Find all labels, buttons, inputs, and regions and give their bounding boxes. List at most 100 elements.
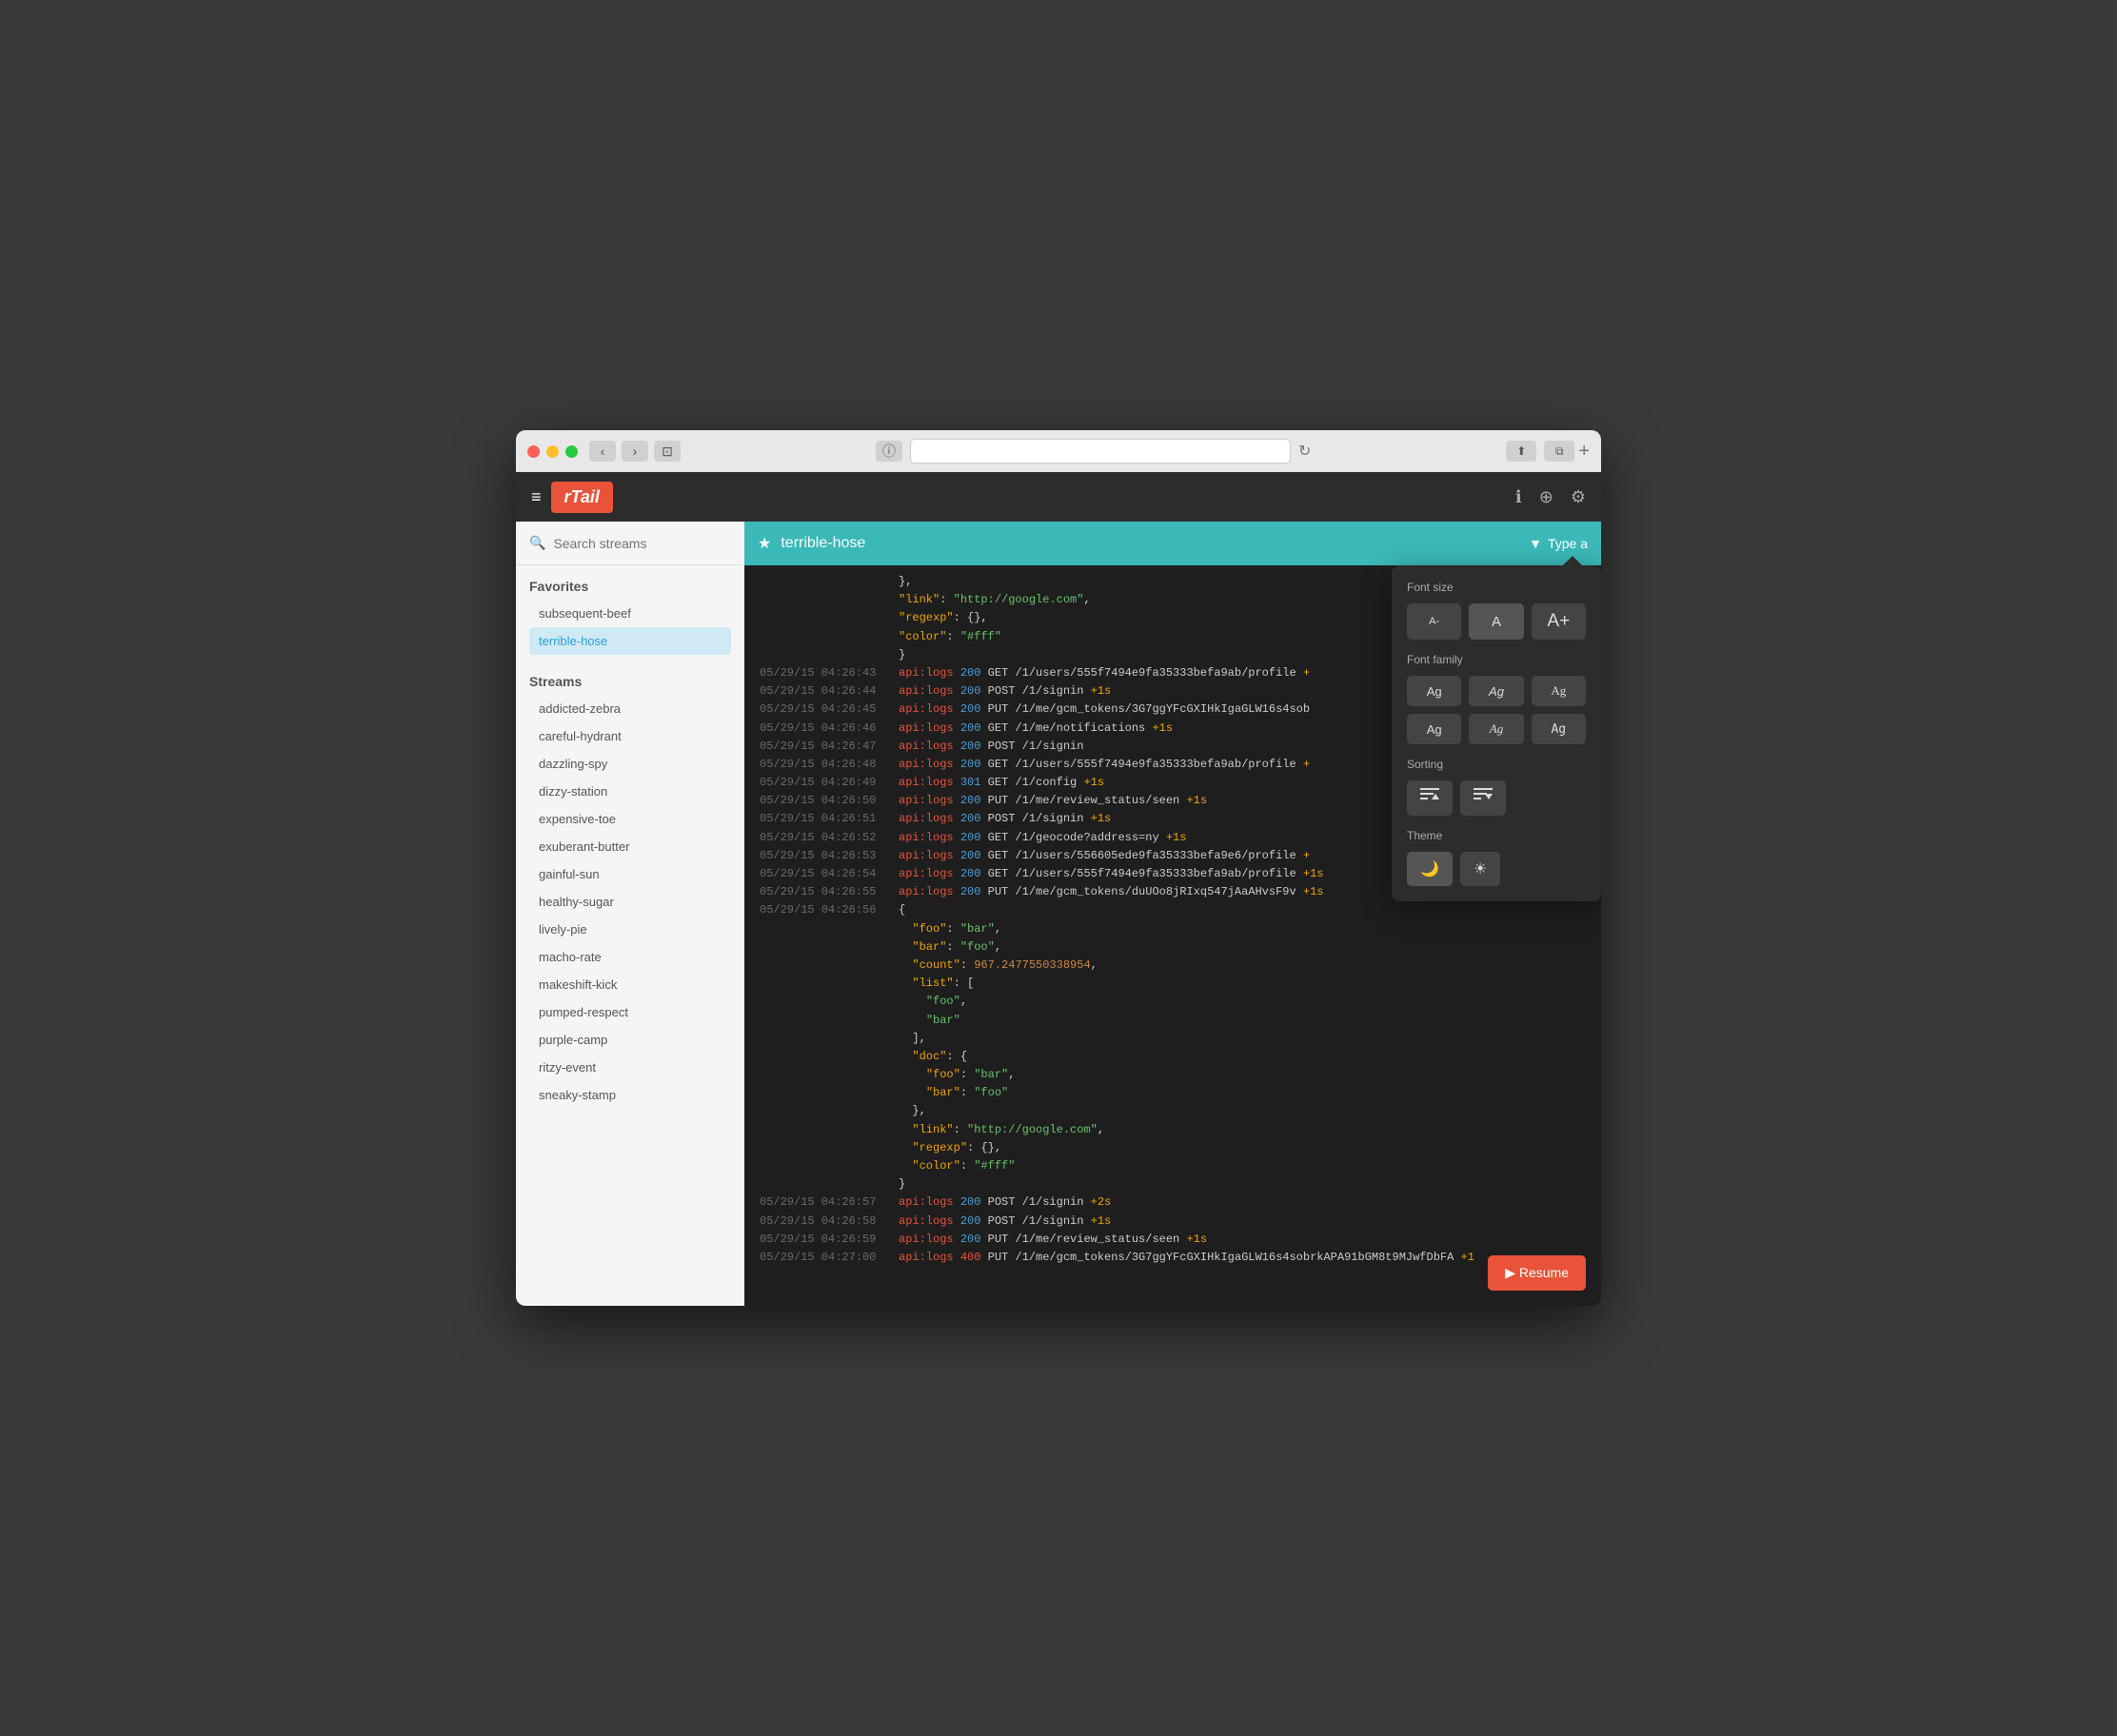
log-timestamp	[760, 1102, 883, 1120]
font-size-large-button[interactable]: A+	[1532, 603, 1586, 640]
sidebar-item-lively-pie[interactable]: lively-pie	[529, 916, 731, 943]
log-timestamp: 05/29/15 04:26:53	[760, 847, 883, 865]
sidebar-item-pumped-respect[interactable]: pumped-respect	[529, 998, 731, 1026]
url-input[interactable]	[910, 439, 1291, 464]
sort-asc-button[interactable]	[1407, 780, 1453, 816]
log-body: "foo",	[899, 993, 1586, 1011]
log-line: "color": "#fff"	[760, 1157, 1586, 1175]
sidebar-item-label: expensive-toe	[539, 812, 616, 826]
theme-dark-button[interactable]: 🌙	[1407, 852, 1453, 886]
sidebar-item-healthy-sugar[interactable]: healthy-sugar	[529, 888, 731, 916]
sidebar-item-label: gainful-sun	[539, 867, 600, 881]
sidebar-item-dazzling-spy[interactable]: dazzling-spy	[529, 750, 731, 778]
sidebar-item-careful-hydrant[interactable]: careful-hydrant	[529, 722, 731, 750]
back-button[interactable]: ‹	[589, 441, 616, 462]
app: ≡ rTail ℹ ⊕ ⚙ 🔍 Favorites subsequent-bee…	[516, 472, 1601, 1306]
font-family-5-button[interactable]: Ag	[1469, 714, 1523, 744]
settings-button[interactable]: ⚙	[1571, 487, 1586, 507]
log-timestamp: 05/29/15 04:26:52	[760, 829, 883, 847]
fullscreen-button[interactable]: ⧉	[1544, 441, 1574, 462]
font-family-3-button[interactable]: Ag	[1532, 676, 1586, 706]
log-timestamp: 05/29/15 04:26:49	[760, 774, 883, 792]
sidebar-item-sneaky-stamp[interactable]: sneaky-stamp	[529, 1081, 731, 1109]
log-timestamp	[760, 1066, 883, 1084]
log-timestamp	[760, 1030, 883, 1048]
log-timestamp: 05/29/15 04:26:47	[760, 738, 883, 756]
log-timestamp: 05/29/15 04:26:50	[760, 792, 883, 810]
log-timestamp: 05/29/15 04:26:48	[760, 756, 883, 774]
log-body: "bar"	[899, 1012, 1586, 1030]
app-header: ≡ rTail ℹ ⊕ ⚙	[516, 472, 1601, 522]
log-line: "list": [	[760, 975, 1586, 993]
log-timestamp: 05/29/15 04:26:59	[760, 1231, 883, 1249]
favorite-star-icon[interactable]: ★	[758, 534, 771, 553]
settings-popover: Font size A- A A+ Font family Ag Ag Ag A…	[1392, 565, 1601, 901]
sidebar-item-addicted-zebra[interactable]: addicted-zebra	[529, 695, 731, 722]
font-family-2-button[interactable]: Ag	[1469, 676, 1523, 706]
font-family-4-button[interactable]: Ag	[1407, 714, 1461, 744]
sidebar-item-exuberant-butter[interactable]: exuberant-butter	[529, 833, 731, 860]
sidebar-item-macho-rate[interactable]: macho-rate	[529, 943, 731, 971]
log-body: "color": "#fff"	[899, 1157, 1586, 1175]
log-timestamp	[760, 1121, 883, 1139]
log-body: api:logs 200 PUT /1/me/review_status/see…	[899, 1231, 1586, 1249]
log-line: "count": 967.2477550338954,	[760, 957, 1586, 975]
log-body: }	[899, 1175, 1586, 1194]
nav-buttons: ‹ › ⊡	[589, 441, 681, 462]
log-timestamp	[760, 938, 883, 957]
log-timestamp	[760, 591, 883, 609]
share-button[interactable]: ⬆	[1506, 441, 1536, 462]
minimize-button[interactable]	[546, 445, 559, 458]
globe-icon-button[interactable]: ⊕	[1539, 487, 1553, 507]
sidebar-item-subsequent-beef[interactable]: subsequent-beef	[529, 600, 731, 627]
log-timestamp: 05/29/15 04:26:44	[760, 682, 883, 700]
new-tab-button[interactable]: +	[1578, 441, 1590, 463]
font-size-med-button[interactable]: A	[1469, 603, 1523, 640]
search-bar: 🔍	[516, 522, 744, 565]
search-input[interactable]	[553, 536, 731, 551]
reload-button[interactable]: ↻	[1298, 442, 1311, 461]
reader-button[interactable]: ⊡	[654, 441, 681, 462]
log-body: api:logs 200 POST /1/signin +1s	[899, 1213, 1586, 1231]
sidebar-item-purple-camp[interactable]: purple-camp	[529, 1026, 731, 1054]
font-family-1-button[interactable]: Ag	[1407, 676, 1461, 706]
favorites-title: Favorites	[529, 579, 731, 594]
log-body: api:logs 400 PUT /1/me/gcm_tokens/3G7ggY…	[899, 1249, 1586, 1267]
forward-button[interactable]: ›	[622, 441, 648, 462]
log-timestamp	[760, 1048, 883, 1066]
titlebar-actions: ⬆ ⧉	[1506, 441, 1574, 462]
log-line: }	[760, 1175, 1586, 1194]
maximize-button[interactable]	[565, 445, 578, 458]
sidebar-item-label: sneaky-stamp	[539, 1088, 616, 1102]
sidebar-item-label: terrible-hose	[539, 634, 607, 648]
sidebar-item-dizzy-station[interactable]: dizzy-station	[529, 778, 731, 805]
log-body: "doc": {	[899, 1048, 1586, 1066]
log-timestamp	[760, 609, 883, 627]
close-button[interactable]	[527, 445, 540, 458]
streams-section: Streams addicted-zebra careful-hydrant d…	[516, 661, 744, 1115]
sorting-controls	[1407, 780, 1586, 816]
info-button[interactable]: ⓘ	[876, 441, 902, 462]
sidebar-item-ritzy-event[interactable]: ritzy-event	[529, 1054, 731, 1081]
favorites-section: Favorites subsequent-beef terrible-hose	[516, 565, 744, 661]
info-icon-button[interactable]: ℹ	[1515, 487, 1522, 507]
font-size-small-button[interactable]: A-	[1407, 603, 1461, 640]
font-family-6-button[interactable]: Ag	[1532, 714, 1586, 744]
sidebar-item-terrible-hose[interactable]: terrible-hose	[529, 627, 731, 655]
resume-button[interactable]: ▶ Resume	[1488, 1255, 1586, 1291]
sidebar-item-gainful-sun[interactable]: gainful-sun	[529, 860, 731, 888]
log-timestamp: 05/29/15 04:26:57	[760, 1194, 883, 1212]
font-size-title: Font size	[1407, 581, 1586, 594]
sidebar-item-label: purple-camp	[539, 1033, 607, 1047]
sidebar-item-makeshift-kick[interactable]: makeshift-kick	[529, 971, 731, 998]
sidebar-item-expensive-toe[interactable]: expensive-toe	[529, 805, 731, 833]
log-line: 05/29/15 04:26:56 {	[760, 901, 1586, 919]
log-line: 05/29/15 04:26:58 api:logs 200 POST /1/s…	[760, 1213, 1586, 1231]
theme-light-button[interactable]: ☀	[1460, 852, 1500, 886]
sidebar-item-label: subsequent-beef	[539, 606, 631, 621]
sidebar-item-label: ritzy-event	[539, 1060, 596, 1075]
sort-desc-button[interactable]	[1460, 780, 1506, 816]
menu-button[interactable]: ≡	[531, 487, 542, 507]
search-icon: 🔍	[529, 535, 545, 551]
log-body: "bar": "foo"	[899, 1084, 1586, 1102]
